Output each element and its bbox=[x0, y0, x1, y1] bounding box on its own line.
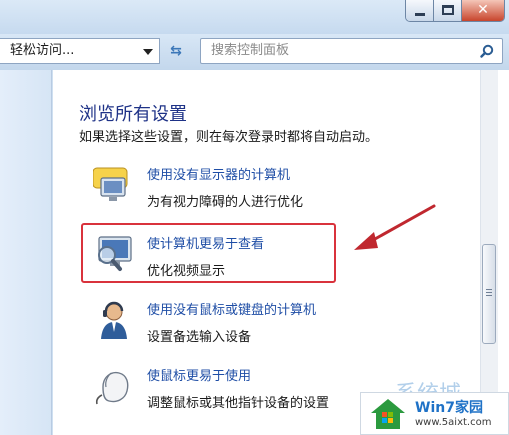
highlight-box bbox=[81, 223, 336, 283]
house-logo-icon bbox=[371, 399, 405, 429]
breadcrumb-label: 轻松访问... bbox=[10, 43, 75, 58]
chevron-down-icon[interactable] bbox=[143, 49, 153, 55]
maximize-button[interactable] bbox=[434, 0, 462, 21]
watermark-title: Win7家园 bbox=[415, 400, 483, 416]
page-title: 浏览所有设置 bbox=[79, 104, 187, 125]
page-description: 如果选择这些设置，则在每次登录时都将自动启动。 bbox=[79, 130, 379, 145]
item-link-no-display[interactable]: 使用没有显示器的计算机 bbox=[147, 164, 290, 183]
item-subtitle: 调整鼠标或其他指针设备的设置 bbox=[147, 396, 330, 411]
watermark-url: www.5aixt.com bbox=[415, 417, 492, 428]
item-subtitle: 设置备选输入设备 bbox=[147, 330, 252, 345]
refresh-icon: ⇆ bbox=[170, 43, 182, 59]
navigation-pane bbox=[0, 70, 52, 435]
grip-line bbox=[486, 292, 492, 293]
search-input[interactable]: 搜索控制面板 bbox=[211, 39, 289, 63]
item-link-no-mouse-keyboard[interactable]: 使用没有鼠标或键盘的计算机 bbox=[147, 299, 316, 318]
minimize-button[interactable] bbox=[406, 0, 434, 21]
maximize-icon bbox=[442, 5, 454, 15]
close-icon: ✕ bbox=[477, 2, 489, 18]
grip-line bbox=[486, 289, 492, 290]
mouse-icon bbox=[95, 371, 129, 405]
arrow-icon bbox=[354, 204, 436, 250]
item-link-easier-mouse[interactable]: 使鼠标更易于使用 bbox=[147, 365, 251, 384]
item-subtitle: 为有视力障碍的人进行优化 bbox=[147, 195, 304, 210]
minimize-icon bbox=[415, 13, 425, 16]
window-controls: ✕ bbox=[405, 0, 505, 22]
search-icon[interactable] bbox=[480, 44, 494, 58]
search-box[interactable]: 搜索控制面板 bbox=[200, 38, 503, 64]
list-item: 使用没有鼠标或键盘的计算机 设置备选输入设备 bbox=[93, 297, 453, 347]
watermark: Win7家园 www.5aixt.com bbox=[360, 392, 509, 435]
scrollbar-thumb[interactable] bbox=[482, 244, 496, 344]
breadcrumb[interactable]: 轻松访问... bbox=[0, 38, 160, 64]
vertical-scrollbar[interactable] bbox=[480, 70, 498, 415]
window-titlebar: ✕ bbox=[0, 0, 509, 34]
close-button[interactable]: ✕ bbox=[462, 0, 504, 21]
address-toolbar: 轻松访问... ⇆ 搜索控制面板 bbox=[0, 34, 509, 70]
headset-user-icon bbox=[101, 301, 127, 339]
refresh-button[interactable]: ⇆ bbox=[164, 40, 188, 62]
speech-monitor-icon bbox=[93, 167, 128, 201]
grip-line bbox=[486, 295, 492, 296]
